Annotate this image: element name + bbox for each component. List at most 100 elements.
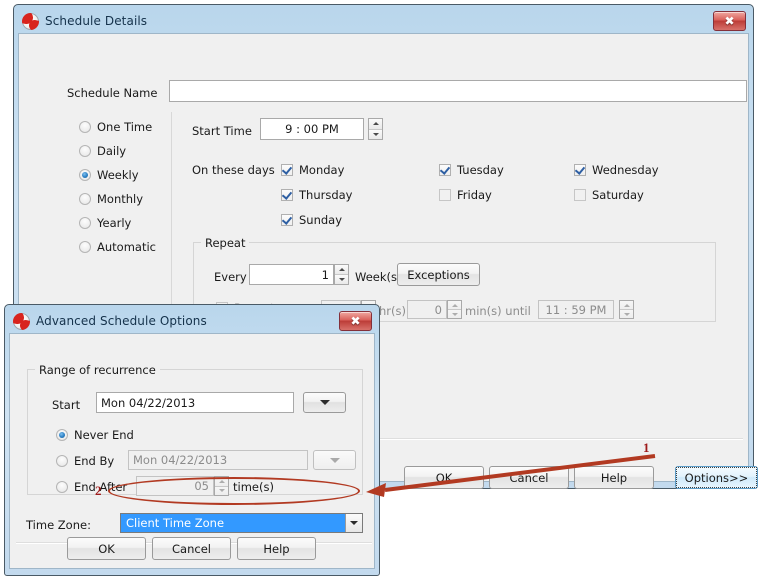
- checkbox-label: Sunday: [299, 213, 342, 227]
- start-time-spinner[interactable]: [368, 118, 383, 140]
- checkbox-icon: [281, 164, 293, 176]
- close-button[interactable]: ✖: [713, 11, 746, 31]
- radio-end-by[interactable]: End By: [56, 454, 114, 468]
- end-after-count-input[interactable]: 05: [136, 476, 214, 496]
- radio-label: Daily: [97, 144, 126, 158]
- checkbox-sunday[interactable]: Sunday: [281, 213, 342, 227]
- advanced-ok-button[interactable]: OK: [67, 537, 146, 560]
- checkbox-saturday[interactable]: Saturday: [574, 188, 644, 202]
- options-button[interactable]: Options>>: [675, 466, 758, 489]
- annotation-step-2: 2: [95, 483, 102, 499]
- spinner-down-icon[interactable]: [369, 130, 382, 140]
- spinner-up-icon[interactable]: [620, 301, 633, 310]
- radio-one-time[interactable]: One Time: [79, 120, 152, 134]
- options-button-label: Options>>: [676, 467, 757, 488]
- radio-automatic[interactable]: Automatic: [79, 240, 156, 254]
- app-logo-icon: [13, 313, 30, 330]
- checkbox-label: Friday: [457, 188, 492, 202]
- spinner-down-icon[interactable]: [620, 310, 633, 318]
- chevron-down-icon[interactable]: [345, 514, 362, 532]
- radio-weekly[interactable]: Weekly: [79, 168, 139, 182]
- start-date-input[interactable]: Mon 04/22/2013: [96, 392, 294, 413]
- spinner-down-icon[interactable]: [215, 487, 228, 496]
- time-zone-label: Time Zone:: [26, 518, 91, 532]
- radio-label: Monthly: [97, 192, 143, 206]
- radio-dot-icon: [79, 145, 91, 157]
- checkbox-label: Saturday: [592, 188, 644, 202]
- advanced-cancel-button[interactable]: Cancel: [152, 537, 231, 560]
- end-by-date-input[interactable]: Mon 04/22/2013: [128, 450, 308, 470]
- checkbox-thursday[interactable]: Thursday: [281, 188, 352, 202]
- spinner-down-icon[interactable]: [335, 275, 348, 284]
- radio-label: One Time: [97, 120, 152, 134]
- radio-dot-icon: [79, 121, 91, 133]
- advanced-options-titlebar: Advanced Schedule Options ✖: [9, 309, 375, 333]
- radio-never-end[interactable]: Never End: [56, 428, 134, 442]
- time-zone-combobox[interactable]: Client Time Zone: [120, 513, 363, 533]
- start-date-label: Start: [52, 398, 80, 412]
- ok-button[interactable]: OK: [404, 466, 484, 489]
- checkbox-label: Wednesday: [592, 163, 659, 177]
- radio-label: Never End: [74, 428, 134, 442]
- end-after-spinner[interactable]: [214, 476, 229, 496]
- spinner-down-icon[interactable]: [448, 310, 461, 318]
- checkbox-icon: [281, 189, 293, 201]
- cancel-button[interactable]: Cancel: [489, 466, 569, 489]
- exceptions-button[interactable]: Exceptions: [397, 263, 480, 286]
- repeat-minutes-spinner[interactable]: [447, 300, 462, 319]
- radio-yearly[interactable]: Yearly: [79, 216, 131, 230]
- radio-dot-icon: [79, 193, 91, 205]
- radio-dot-icon: [79, 217, 91, 229]
- repeat-group-caption: Repeat: [201, 236, 249, 250]
- spinner-up-icon[interactable]: [369, 119, 382, 130]
- spinner-up-icon[interactable]: [215, 477, 228, 487]
- spinner-up-icon[interactable]: [448, 301, 461, 310]
- radio-label: Weekly: [97, 168, 139, 182]
- radio-end-after[interactable]: End After: [56, 480, 127, 494]
- checkbox-wednesday[interactable]: Wednesday: [574, 163, 659, 177]
- checkbox-icon: [439, 189, 451, 201]
- checkbox-label: Monday: [299, 163, 344, 177]
- range-of-recurrence-caption: Range of recurrence: [35, 363, 160, 377]
- radio-dot-icon: [56, 481, 68, 493]
- start-time-input[interactable]: 9 : 00 PM: [260, 118, 364, 140]
- week-unit-label: Week(s): [355, 270, 401, 284]
- radio-dot-icon: [79, 241, 91, 253]
- every-value-input[interactable]: 1: [249, 264, 334, 285]
- app-logo-icon: [22, 13, 39, 30]
- minutes-until-label: min(s) until: [465, 304, 531, 318]
- repeat-minutes-input[interactable]: 0: [407, 300, 447, 319]
- spinner-up-icon[interactable]: [335, 265, 348, 275]
- end-by-dropdown-button[interactable]: [313, 450, 356, 470]
- checkbox-icon: [574, 189, 586, 201]
- schedule-name-input[interactable]: [169, 80, 747, 102]
- repeat-until-input[interactable]: 11 : 59 PM: [538, 300, 614, 319]
- schedule-name-label: Schedule Name: [67, 86, 157, 100]
- radio-label: Yearly: [97, 216, 131, 230]
- times-label: time(s): [233, 480, 274, 494]
- every-label: Every: [214, 270, 247, 284]
- repeat-until-spinner[interactable]: [619, 300, 634, 319]
- radio-dot-icon: [56, 429, 68, 441]
- checkbox-friday[interactable]: Friday: [439, 188, 492, 202]
- help-button[interactable]: Help: [574, 466, 654, 489]
- advanced-options-body: Range of recurrence Start Mon 04/22/2013…: [9, 333, 375, 569]
- close-icon: ✖: [724, 15, 734, 27]
- every-spinner[interactable]: [334, 264, 349, 285]
- radio-daily[interactable]: Daily: [79, 144, 126, 158]
- radio-monthly[interactable]: Monthly: [79, 192, 143, 206]
- checkbox-icon: [574, 164, 586, 176]
- close-icon: ✖: [350, 315, 360, 327]
- advanced-options-title: Advanced Schedule Options: [36, 314, 207, 328]
- close-button[interactable]: ✖: [339, 311, 372, 331]
- range-of-recurrence-group: Range of recurrence Start Mon 04/22/2013…: [27, 369, 363, 495]
- checkbox-tuesday[interactable]: Tuesday: [439, 163, 504, 177]
- checkbox-icon: [439, 164, 451, 176]
- checkbox-monday[interactable]: Monday: [281, 163, 344, 177]
- start-date-dropdown-button[interactable]: [303, 392, 346, 413]
- advanced-help-button[interactable]: Help: [237, 537, 316, 560]
- on-these-days-label: On these days: [192, 163, 275, 177]
- radio-label: End By: [74, 454, 114, 468]
- chevron-down-icon: [320, 400, 330, 405]
- screenshot-root: Schedule Details ✖ Schedule Name One Tim…: [0, 0, 758, 579]
